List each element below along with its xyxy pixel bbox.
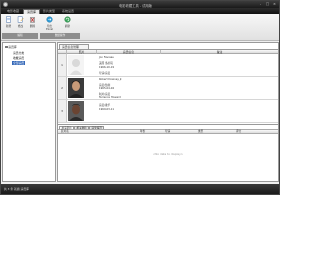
new-document-icon — [6, 16, 11, 23]
actor-grid: 照片 演员信息 备注 1 Jon Favreau 美国 洛杉矶 1966-10-… — [58, 49, 278, 123]
app-icon — [3, 2, 8, 7]
column-header-rating[interactable]: 评分 — [236, 130, 241, 134]
export-button-label: 导出Excel — [46, 25, 53, 31]
navigation-tree: 演员库 演员分类 收藏演员 全部演员 — [2, 42, 56, 182]
new-button[interactable]: 新增 — [3, 16, 14, 30]
refresh-icon — [64, 16, 71, 23]
actor-detail: 1969-03-11 — [99, 108, 115, 111]
actor-detail: 导演/演员 — [99, 72, 111, 75]
tree-item-label: 收藏演员 — [13, 56, 25, 60]
actor-photo-image — [68, 101, 84, 121]
column-header-director[interactable]: 导演 — [165, 130, 170, 134]
refresh-button[interactable]: 刷新 — [62, 16, 73, 30]
filmography-header: 影片名 年份 导演 类型 评分 — [58, 130, 278, 134]
tree-item-all[interactable]: 全部演员 — [12, 61, 26, 65]
actor-photo-image — [68, 78, 84, 98]
column-header-genre[interactable]: 类型 — [198, 130, 203, 134]
maximize-button[interactable]: □ — [264, 2, 271, 7]
actor-photo — [68, 78, 84, 98]
table-row[interactable]: 1 Jon Favreau 美国 洛杉矶 1966-10-19 导演/演员 — [58, 54, 278, 77]
actor-photo — [68, 101, 84, 121]
ribbon-toolbar: 新增 修改 删除 导出Excel 刷新 编辑 数据操作 — [1, 14, 279, 41]
delete-icon — [30, 17, 35, 23]
filmography-grid: 影片名 年份 导演 类型 评分 <No data to display> — [58, 129, 278, 181]
actor-detail: 演员/监制 — [99, 83, 111, 87]
delete-button[interactable]: 删除 — [27, 16, 38, 30]
column-header-year[interactable]: 年份 — [140, 130, 145, 134]
close-button[interactable]: × — [271, 2, 278, 7]
group-label-edit: 编辑 — [2, 33, 38, 39]
column-header-title[interactable]: 影片名 — [61, 130, 69, 134]
actor-detail: 制片/演员 — [99, 92, 111, 96]
actor-photo — [68, 55, 84, 75]
window-title: 电影收藏工具 - 试用版 — [119, 3, 152, 8]
title-bar: 电影收藏工具 - 试用版 - □ × — [1, 1, 279, 8]
tree-root[interactable]: 演员库 — [5, 45, 17, 49]
empty-state-message: <No data to display> — [152, 152, 184, 156]
table-row[interactable]: 2 Robert Downey Jr. 演员/监制 1965-04-04 制片/… — [58, 77, 278, 100]
status-text: 共 3 条 就绪 演员库 — [4, 187, 29, 191]
row-number: 3 — [58, 100, 67, 122]
actor-name: Jon Favreau — [99, 56, 115, 59]
actor-detail: Terrence Howard — [99, 96, 121, 99]
main-panel: 演员信息管理 照片 演员信息 备注 1 Jon Favreau 美国 洛杉矶 1… — [57, 42, 279, 182]
table-row[interactable]: 3 演员/歌手 1969-03-11 — [58, 100, 278, 123]
edit-button[interactable]: 修改 — [15, 16, 26, 30]
actor-name: Robert Downey Jr. — [99, 78, 123, 81]
actor-detail: 美国 洛杉矶 — [99, 62, 113, 65]
actor-detail: 演员/歌手 — [99, 104, 111, 107]
minimize-button[interactable]: - — [257, 2, 264, 7]
actor-detail: 1966-10-19 — [99, 66, 115, 69]
new-button-label: 新增 — [5, 25, 12, 28]
tree-item-label: 全部演员 — [13, 61, 25, 65]
app-window: 电影收藏工具 - 试用版 - □ × 电影收藏 演员库 影片类型 系统设置 新增… — [0, 0, 280, 195]
delete-button-label: 删除 — [29, 25, 36, 28]
tree-root-label: 演员库 — [8, 45, 17, 49]
tree-item-label: 演员分类 — [13, 51, 25, 55]
refresh-button-label: 刷新 — [64, 25, 71, 28]
tree-item-categories[interactable]: 演员分类 — [13, 51, 24, 55]
actor-photo-image — [68, 55, 84, 75]
export-icon — [46, 16, 53, 23]
status-bar: 共 3 条 就绪 演员库 — [1, 184, 279, 194]
row-number: 1 — [58, 54, 67, 76]
tree-item-favorites[interactable]: 收藏演员 — [13, 56, 24, 60]
actor-detail: 1965-04-04 — [99, 87, 115, 90]
group-label-data: 数据操作 — [40, 33, 80, 39]
row-number: 2 — [58, 77, 67, 99]
export-button[interactable]: 导出Excel — [44, 16, 55, 31]
edit-document-icon — [17, 16, 24, 23]
edit-button-label: 修改 — [17, 25, 24, 28]
